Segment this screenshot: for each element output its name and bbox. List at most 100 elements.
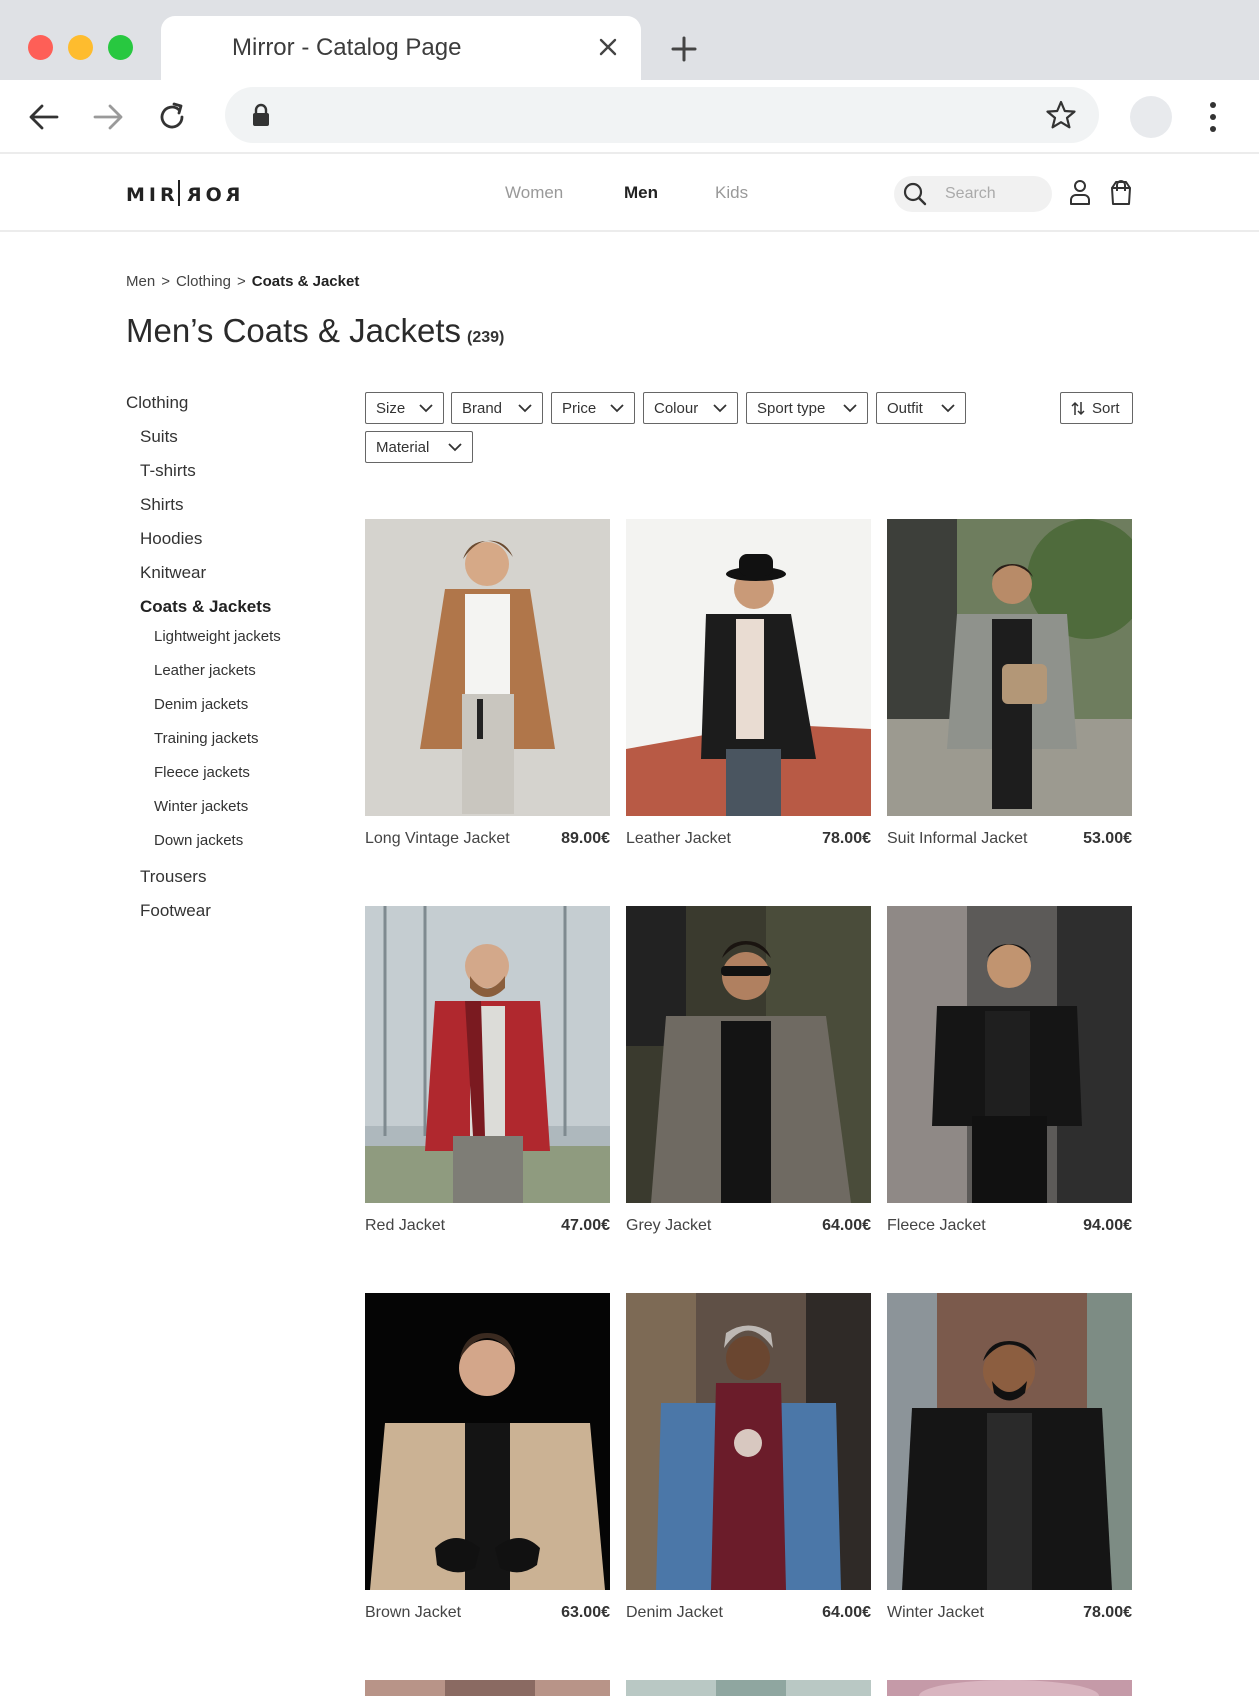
product-image[interactable] <box>365 519 610 816</box>
sidebar-item-t-shirts[interactable]: T-shirts <box>140 461 196 481</box>
window-maximize-dot[interactable] <box>108 35 133 60</box>
product-image[interactable] <box>626 519 871 816</box>
product-name[interactable]: Grey Jacket <box>626 1217 711 1235</box>
filter-brand[interactable]: Brand <box>451 392 543 424</box>
filter-colour[interactable]: Colour <box>643 392 738 424</box>
filter-size[interactable]: Size <box>365 392 444 424</box>
product-name[interactable]: Leather Jacket <box>626 830 731 848</box>
sidebar-item-denim-jackets[interactable]: Denim jackets <box>154 696 248 713</box>
logo-text-mirrored: ROR <box>182 184 241 206</box>
window-minimize-dot[interactable] <box>68 35 93 60</box>
product-card[interactable]: Grey Jacket 64.00€ <box>626 906 871 1236</box>
product-image-cropped[interactable] <box>626 1680 871 1696</box>
sort-button[interactable]: Sort <box>1060 392 1133 424</box>
product-name[interactable]: Red Jacket <box>365 1217 445 1235</box>
sidebar-item-clothing[interactable]: Clothing <box>126 393 188 413</box>
shopping-bag-icon[interactable] <box>1109 178 1133 206</box>
product-image[interactable] <box>887 519 1132 816</box>
window-close-dot[interactable] <box>28 35 53 60</box>
product-card[interactable]: Winter Jacket 78.00€ <box>887 1293 1132 1623</box>
close-icon[interactable] <box>597 36 619 58</box>
sidebar-item-down-jackets[interactable]: Down jackets <box>154 832 243 849</box>
product-card[interactable]: Fleece Jacket 94.00€ <box>887 906 1132 1236</box>
filter-material[interactable]: Material <box>365 431 473 463</box>
product-card[interactable]: Denim Jacket 64.00€ <box>626 1293 871 1623</box>
reload-icon[interactable] <box>155 100 189 134</box>
sidebar-item-training-jackets[interactable]: Training jackets <box>154 730 259 747</box>
product-price: 94.00€ <box>1083 1217 1132 1234</box>
kebab-menu-icon[interactable] <box>1205 100 1221 134</box>
product-image[interactable] <box>887 1293 1132 1590</box>
sidebar-item-leather-jackets[interactable]: Leather jackets <box>154 662 256 679</box>
product-name[interactable]: Denim Jacket <box>626 1604 723 1622</box>
product-card[interactable]: Long Vintage Jacket 89.00€ <box>365 519 610 849</box>
browser-tab-bar: Mirror - Catalog Page <box>0 0 1259 80</box>
product-image[interactable] <box>365 906 610 1203</box>
filter-outfit[interactable]: Outfit <box>876 392 966 424</box>
chevron-down-icon <box>843 404 857 413</box>
lock-icon <box>253 103 269 126</box>
sidebar-item-fleece-jackets[interactable]: Fleece jackets <box>154 764 250 781</box>
product-price: 64.00€ <box>822 1217 871 1234</box>
site-header: MIR ROR Women Men Kids Search <box>0 154 1259 232</box>
logo-divider <box>177 180 180 206</box>
breadcrumb-separator: > <box>161 273 170 290</box>
product-image-cropped[interactable] <box>887 1680 1132 1696</box>
tab-title: Mirror - Catalog Page <box>232 34 462 61</box>
chevron-down-icon <box>941 404 955 413</box>
sidebar-item-trousers[interactable]: Trousers <box>140 867 206 887</box>
product-image[interactable] <box>626 906 871 1203</box>
sidebar-item-knitwear[interactable]: Knitwear <box>140 563 206 583</box>
nav-kids[interactable]: Kids <box>715 183 748 203</box>
sidebar-item-lightweight-jackets[interactable]: Lightweight jackets <box>154 628 281 645</box>
chevron-down-icon <box>448 443 462 452</box>
brand-logo[interactable]: MIR ROR <box>126 180 240 206</box>
product-name[interactable]: Long Vintage Jacket <box>365 830 510 848</box>
sidebar-item-footwear[interactable]: Footwear <box>140 901 211 921</box>
breadcrumb-item-clothing[interactable]: Clothing <box>176 273 231 290</box>
product-card[interactable]: Brown Jacket 63.00€ <box>365 1293 610 1623</box>
nav-women[interactable]: Women <box>505 183 563 203</box>
product-price: 64.00€ <box>822 1604 871 1621</box>
product-card[interactable]: Leather Jacket 78.00€ <box>626 519 871 849</box>
sidebar-item-winter-jackets[interactable]: Winter jackets <box>154 798 248 815</box>
product-card[interactable]: Suit Informal Jacket 53.00€ <box>887 519 1132 849</box>
product-name[interactable]: Brown Jacket <box>365 1604 461 1622</box>
sidebar-item-suits[interactable]: Suits <box>140 427 178 447</box>
sort-label: Sort <box>1092 400 1120 417</box>
filter-price[interactable]: Price <box>551 392 635 424</box>
breadcrumb-item-men[interactable]: Men <box>126 273 155 290</box>
browser-tab[interactable]: Mirror - Catalog Page <box>161 16 641 80</box>
search-field[interactable]: Search <box>894 176 1052 212</box>
back-icon[interactable] <box>27 100 61 134</box>
logo-text-left: MIR <box>126 184 179 206</box>
product-name[interactable]: Winter Jacket <box>887 1604 984 1622</box>
profile-avatar[interactable] <box>1130 96 1172 138</box>
address-bar[interactable] <box>225 87 1099 143</box>
product-price: 53.00€ <box>1083 830 1132 847</box>
sidebar-item-coats-jackets[interactable]: Coats & Jackets <box>140 597 271 617</box>
breadcrumb: Men > Clothing > Coats & Jacket <box>126 273 359 290</box>
star-icon[interactable] <box>1045 99 1077 131</box>
product-image-cropped[interactable] <box>365 1680 610 1696</box>
forward-icon[interactable] <box>91 100 125 134</box>
product-price: 78.00€ <box>822 830 871 847</box>
product-name[interactable]: Suit Informal Jacket <box>887 830 1028 848</box>
filter-label: Brand <box>462 400 503 417</box>
product-image[interactable] <box>626 1293 871 1590</box>
product-price: 89.00€ <box>561 830 610 847</box>
page-title-text: Men’s Coats & Jackets <box>126 312 462 349</box>
product-image[interactable] <box>365 1293 610 1590</box>
filter-sport-type[interactable]: Sport type <box>746 392 868 424</box>
plus-icon[interactable] <box>671 36 697 62</box>
product-name[interactable]: Fleece Jacket <box>887 1217 986 1235</box>
user-icon[interactable] <box>1068 178 1092 206</box>
product-card[interactable]: Red Jacket 47.00€ <box>365 906 610 1236</box>
breadcrumb-separator: > <box>237 273 246 290</box>
sidebar-item-hoodies[interactable]: Hoodies <box>140 529 202 549</box>
sidebar-item-shirts[interactable]: Shirts <box>140 495 183 515</box>
product-image[interactable] <box>887 906 1132 1203</box>
chevron-down-icon <box>419 404 433 413</box>
product-price: 63.00€ <box>561 1604 610 1621</box>
nav-men[interactable]: Men <box>624 183 658 203</box>
